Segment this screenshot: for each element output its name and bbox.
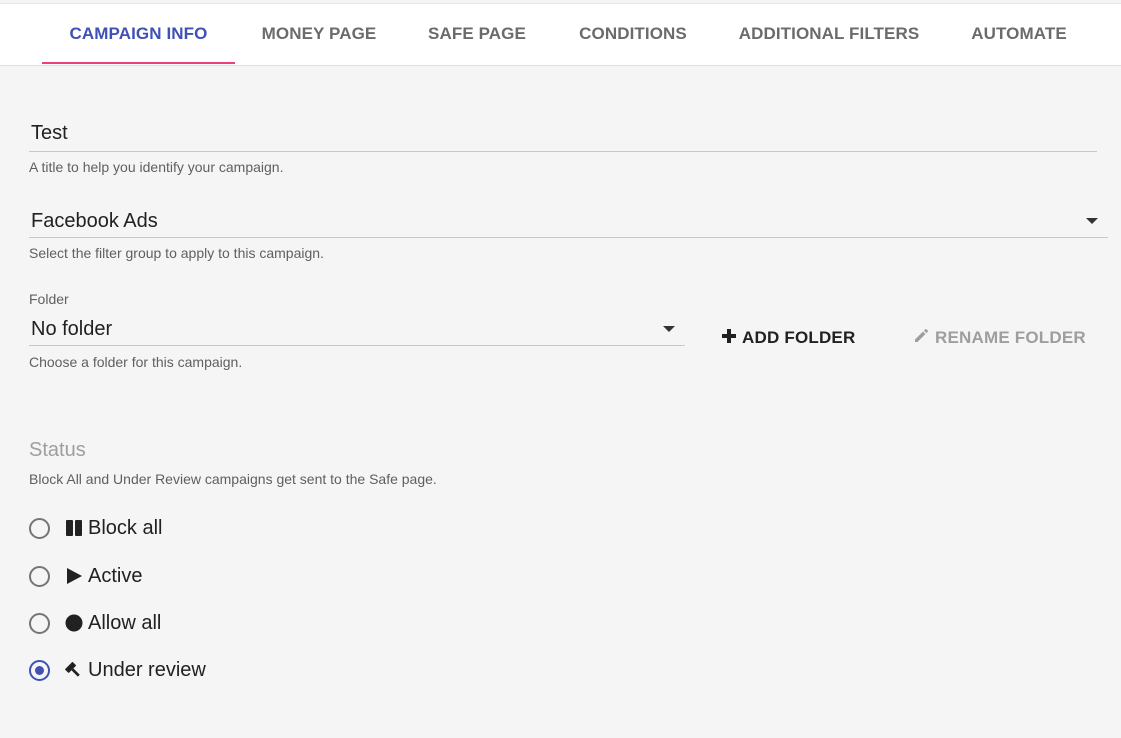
pencil-icon — [914, 328, 929, 348]
plus-icon — [722, 328, 736, 348]
radio-button[interactable] — [29, 565, 50, 587]
tab-safe-page[interactable]: SAFE PAGE — [418, 4, 536, 65]
status-option-under-review[interactable]: Under review — [29, 655, 206, 685]
radio-button-checked[interactable] — [29, 659, 50, 681]
campaign-title-underline — [29, 151, 1097, 152]
status-hint: Block All and Under Review campaigns get… — [29, 471, 437, 487]
status-option-label: Active — [88, 564, 143, 587]
campaign-title-hint: A title to help you identify your campai… — [29, 159, 284, 175]
status-option-allow-all[interactable]: Allow all — [29, 608, 161, 638]
status-option-block-all[interactable]: Block all — [29, 513, 162, 543]
circle-icon — [65, 614, 83, 632]
rename-folder-label: RENAME FOLDER — [935, 328, 1086, 347]
tab-money-page[interactable]: MONEY PAGE — [250, 4, 388, 65]
add-folder-label: ADD FOLDER — [742, 328, 856, 347]
status-option-label: Under review — [88, 658, 206, 681]
status-option-active[interactable]: Active — [29, 561, 142, 591]
radio-button[interactable] — [29, 612, 50, 634]
folder-label: Folder — [29, 291, 69, 307]
filter-group-underline — [29, 237, 1108, 238]
folder-underline — [29, 345, 685, 346]
chevron-down-icon[interactable] — [663, 326, 675, 332]
radio-button[interactable] — [29, 517, 50, 539]
tab-automate[interactable]: AUTOMATE — [958, 4, 1080, 65]
pause-icon — [65, 519, 83, 537]
filter-group-hint: Select the filter group to apply to this… — [29, 245, 324, 261]
add-folder-button[interactable]: ADD FOLDER — [722, 328, 855, 348]
folder-select[interactable]: No folder — [31, 318, 112, 341]
active-tab-indicator — [42, 62, 235, 64]
gavel-icon — [65, 661, 83, 679]
tab-additional-filters[interactable]: ADDITIONAL FILTERS — [730, 4, 928, 65]
tab-campaign-info[interactable]: CAMPAIGN INFO — [42, 4, 235, 65]
status-option-label: Allow all — [88, 611, 162, 634]
campaign-title-input[interactable]: Test — [31, 122, 68, 145]
filter-group-select[interactable]: Facebook Ads — [31, 210, 158, 233]
chevron-down-icon[interactable] — [1086, 218, 1098, 224]
tab-conditions[interactable]: CONDITIONS — [566, 4, 700, 65]
rename-folder-button[interactable]: RENAME FOLDER — [914, 328, 1086, 348]
status-title: Status — [29, 439, 86, 461]
status-option-label: Block all — [88, 516, 163, 539]
play-icon — [65, 567, 83, 585]
folder-hint: Choose a folder for this campaign. — [29, 354, 243, 370]
tab-bar: CAMPAIGN INFO MONEY PAGE SAFE PAGE CONDI… — [0, 3, 1121, 66]
